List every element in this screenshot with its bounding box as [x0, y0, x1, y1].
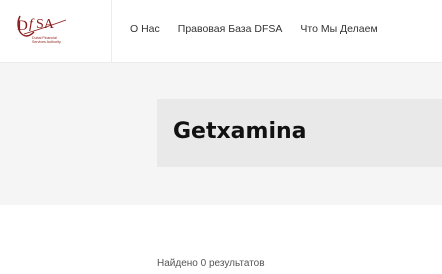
site-header: D f SA Dubai Financial Services Authorit… — [0, 0, 442, 63]
main-nav: О Нас Правовая База DFSA Что Мы Делаем — [130, 23, 378, 35]
svg-text:f: f — [29, 17, 35, 32]
page-title: Getxamina — [173, 119, 307, 144]
dfsa-logo-icon: D f SA Dubai Financial Services Authorit… — [17, 15, 67, 44]
svg-text:D: D — [17, 18, 28, 34]
dfsa-logo[interactable]: D f SA Dubai Financial Services Authorit… — [0, 0, 112, 62]
svg-text:Services Authority: Services Authority — [32, 40, 61, 44]
title-box: Getxamina — [157, 99, 442, 167]
nav-item-what-we-do[interactable]: Что Мы Делаем — [300, 23, 377, 35]
nav-item-dfsa-legal-base[interactable]: Правовая База DFSA — [178, 23, 283, 35]
nav-item-about[interactable]: О Нас — [130, 23, 160, 35]
results-summary: Найдено 0 результатов — [157, 258, 265, 269]
hero-section: Getxamina — [0, 63, 442, 205]
